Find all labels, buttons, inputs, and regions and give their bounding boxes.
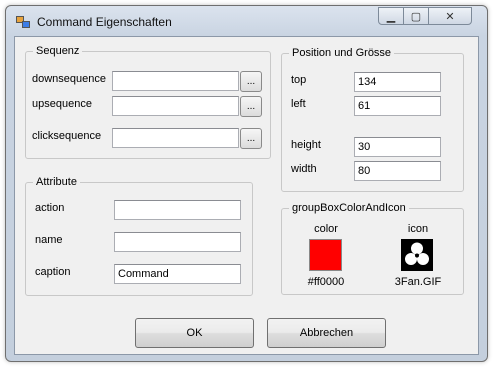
title-bar[interactable]: Command Eigenschaften ▁ ▢ ✕ bbox=[6, 6, 487, 36]
three-blade-fan-icon[interactable] bbox=[401, 239, 433, 271]
top-label: top bbox=[291, 74, 307, 86]
clicksequence-input[interactable] bbox=[112, 128, 239, 148]
color-value: #ff0000 bbox=[307, 276, 345, 288]
downsequence-input[interactable] bbox=[112, 71, 239, 91]
caption-label: caption bbox=[35, 266, 71, 278]
sequenz-group: Sequenz downsequence ... upsequence ... … bbox=[25, 44, 271, 159]
name-input[interactable] bbox=[114, 232, 241, 252]
color-icon-group: groupBoxColorAndIcon color #ff0000 icon … bbox=[281, 201, 464, 295]
action-label: action bbox=[35, 202, 65, 214]
position-group: Position und Grösse top 134 left 61 heig… bbox=[281, 46, 464, 192]
maximize-button[interactable]: ▢ bbox=[403, 7, 429, 25]
downsequence-label: downsequence bbox=[32, 73, 107, 85]
width-label: width bbox=[291, 163, 317, 175]
upsequence-input[interactable] bbox=[112, 96, 239, 116]
top-input[interactable]: 134 bbox=[354, 72, 441, 92]
sequenz-group-title: Sequenz bbox=[33, 44, 83, 58]
name-label: name bbox=[35, 234, 63, 246]
color-label: color bbox=[314, 223, 338, 235]
app-icon bbox=[16, 16, 30, 28]
dialog-client-area: Sequenz downsequence ... upsequence ... … bbox=[14, 36, 479, 355]
dialog-window: Command Eigenschaften ▁ ▢ ✕ Sequenz down… bbox=[5, 5, 488, 362]
attribute-group-title: Attribute bbox=[33, 175, 80, 189]
clicksequence-label: clicksequence bbox=[32, 130, 102, 142]
attribute-group: Attribute action name caption Command bbox=[25, 175, 253, 296]
height-label: height bbox=[291, 139, 321, 151]
left-label: left bbox=[291, 98, 306, 110]
height-input[interactable]: 30 bbox=[354, 137, 441, 157]
color-icon-group-title: groupBoxColorAndIcon bbox=[289, 201, 409, 215]
window-title: Command Eigenschaften bbox=[37, 15, 172, 29]
cancel-button[interactable]: Abbrechen bbox=[267, 318, 386, 348]
caption-input[interactable]: Command bbox=[114, 264, 241, 284]
icon-filename: 3Fan.GIF bbox=[394, 276, 442, 288]
color-swatch[interactable] bbox=[309, 239, 342, 271]
width-input[interactable]: 80 bbox=[354, 161, 441, 181]
upsequence-label: upsequence bbox=[32, 98, 92, 110]
icon-label: icon bbox=[407, 223, 429, 235]
close-icon: ✕ bbox=[445, 10, 455, 23]
left-input[interactable]: 61 bbox=[354, 96, 441, 116]
ok-button[interactable]: OK bbox=[135, 318, 254, 348]
minimize-button[interactable]: ▁ bbox=[378, 7, 404, 25]
action-input[interactable] bbox=[114, 200, 241, 220]
position-group-title: Position und Grösse bbox=[289, 46, 395, 60]
minimize-icon: ▁ bbox=[386, 10, 396, 23]
close-button[interactable]: ✕ bbox=[428, 7, 472, 25]
upsequence-browse-button[interactable]: ... bbox=[240, 96, 262, 117]
clicksequence-browse-button[interactable]: ... bbox=[240, 128, 262, 149]
maximize-icon: ▢ bbox=[410, 10, 422, 23]
downsequence-browse-button[interactable]: ... bbox=[240, 71, 262, 92]
